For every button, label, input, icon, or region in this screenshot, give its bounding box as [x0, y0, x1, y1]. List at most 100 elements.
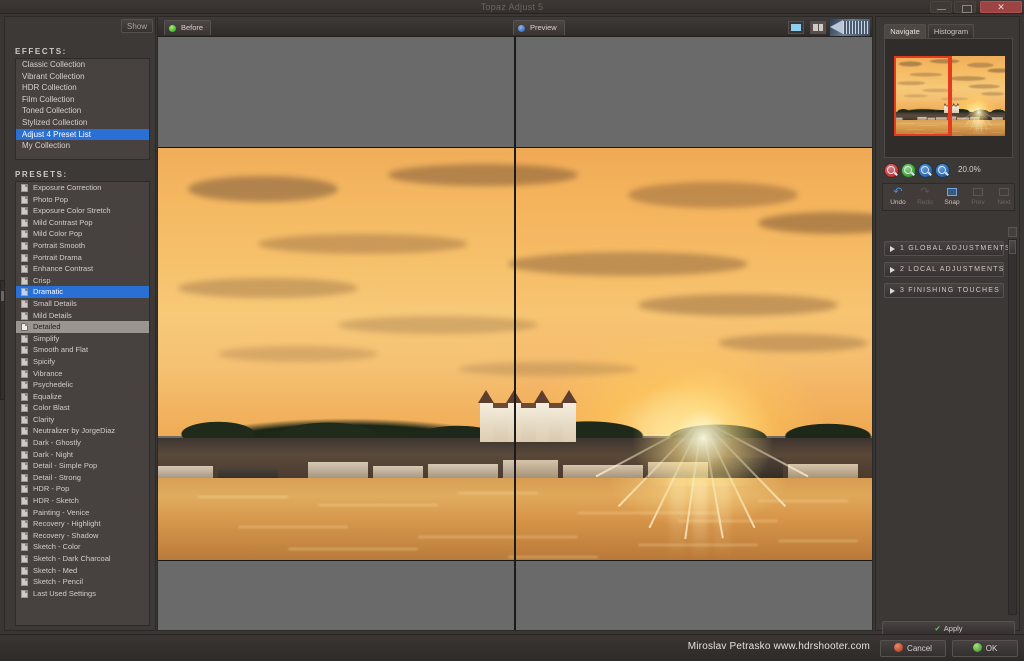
water-highlight	[458, 492, 514, 494]
preset-item[interactable]: Psychedelic	[16, 379, 149, 391]
preset-item[interactable]: Color Blast	[16, 402, 149, 414]
preset-item[interactable]: Detailed	[16, 321, 149, 333]
right-panel-scrollbar[interactable]	[1008, 239, 1017, 615]
section-local-adjustments[interactable]: 2 LOCAL ADJUSTMENTS	[884, 262, 1004, 277]
preset-item[interactable]: Spicify	[16, 356, 149, 368]
presets-list[interactable]: Exposure Correction Photo Pop Exposure Col…	[15, 181, 150, 626]
scrollbar-thumb[interactable]	[1009, 240, 1016, 254]
undo-button[interactable]: ↶ Undo	[885, 186, 911, 210]
cancel-label: Cancel	[907, 644, 932, 653]
snapshot-icon	[939, 186, 965, 198]
magnifier-handle	[945, 171, 949, 176]
preset-item[interactable]: Smooth and Flat	[16, 344, 149, 356]
scrollbar-thumb[interactable]	[1, 291, 4, 301]
effect-item[interactable]: Adjust 4 Preset List	[16, 128, 149, 141]
preset-item[interactable]: HDR - Pop	[16, 483, 149, 495]
preset-item[interactable]: Crisp	[16, 275, 149, 287]
preset-file-icon	[21, 346, 28, 355]
preset-item[interactable]: Sketch - Med	[16, 565, 149, 577]
cancel-button[interactable]: Cancel	[880, 640, 946, 657]
effect-item[interactable]: Stylized Collection	[16, 117, 149, 129]
preset-item[interactable]: Enhance Contrast	[16, 263, 149, 275]
preset-item[interactable]: Photo Pop	[16, 194, 149, 206]
footer-bar: Miroslav Petrasko www.hdrshooter.com Can…	[0, 634, 1024, 661]
preset-item[interactable]: Painting - Venice	[16, 507, 149, 519]
section-finishing-touches[interactable]: 3 FINISHING TOUCHES	[884, 283, 1004, 298]
close-icon[interactable]: ✕	[980, 1, 1022, 13]
window-title: Topaz Adjust 5	[480, 2, 544, 12]
zoom-out-icon[interactable]	[884, 163, 899, 178]
preset-item[interactable]: Mild Details	[16, 310, 149, 322]
zoom-controls: 20.0%	[884, 163, 1013, 179]
preset-item[interactable]: Mild Contrast Pop	[16, 217, 149, 229]
preset-item[interactable]: Mild Color Pop	[16, 228, 149, 240]
preset-label: Portrait Drama	[33, 252, 82, 262]
show-button[interactable]: Show	[121, 19, 153, 33]
preset-file-icon	[21, 184, 28, 192]
chevron-right-icon	[890, 288, 895, 294]
preset-item[interactable]: Last Used Settings	[16, 588, 149, 600]
preset-item[interactable]: Portrait Drama	[16, 252, 149, 264]
effect-item[interactable]: HDR Collection	[16, 82, 149, 94]
preset-file-icon	[21, 276, 28, 285]
effect-item[interactable]: Vibrant Collection	[16, 71, 149, 83]
navigator-viewport-rect[interactable]	[894, 56, 950, 136]
tab-histogram[interactable]: Histogram	[928, 24, 974, 38]
effect-item[interactable]: Toned Collection	[16, 105, 149, 117]
apply-button[interactable]: ✔ Apply	[882, 621, 1015, 635]
castle-tower	[952, 102, 955, 114]
zoom-fit-icon[interactable]	[935, 163, 950, 178]
preset-item[interactable]: Exposure Correction	[16, 182, 149, 194]
effect-item[interactable]: Classic Collection	[16, 59, 149, 71]
preset-item[interactable]: Sketch - Color	[16, 541, 149, 553]
preset-item[interactable]: Equalize	[16, 391, 149, 403]
preset-item[interactable]: Dark - Night	[16, 449, 149, 461]
tab-preview[interactable]: Preview	[513, 20, 565, 35]
image-stage[interactable]	[158, 37, 872, 630]
preset-item[interactable]: Detail - Strong	[16, 472, 149, 484]
preset-item[interactable]: Dark - Ghostly	[16, 437, 149, 449]
effects-list[interactable]: Classic Collection Vibrant Collection HDR …	[15, 58, 150, 160]
preset-item[interactable]: Clarity	[16, 414, 149, 426]
split-view-icon[interactable]	[810, 21, 826, 34]
before-image-pane[interactable]	[158, 147, 514, 561]
preset-item[interactable]: Simplify	[16, 333, 149, 345]
maximize-button[interactable]	[954, 1, 976, 13]
preset-file-icon	[21, 218, 28, 227]
compare-divider[interactable]	[514, 37, 516, 630]
preset-item[interactable]: Neutralizer by JorgeDiaz	[16, 425, 149, 437]
zoom-100-icon[interactable]	[918, 163, 933, 178]
topaz-logo-icon	[830, 19, 870, 36]
preset-item[interactable]: Recovery - Highlight	[16, 518, 149, 530]
snapshot-button[interactable]: Snap	[939, 186, 965, 210]
preset-item[interactable]: Vibrance	[16, 368, 149, 380]
preset-item[interactable]: Sketch - Pencil	[16, 576, 149, 588]
section-global-adjustments[interactable]: 1 GLOBAL ADJUSTMENTS	[884, 241, 1010, 256]
preset-label: Small Details	[33, 298, 77, 308]
prev-snapshot-button: Prev	[965, 186, 991, 210]
preset-label: Clarity	[33, 414, 55, 424]
ok-button[interactable]: OK	[952, 640, 1018, 657]
tab-navigate[interactable]: Navigate	[884, 24, 926, 38]
effect-item[interactable]: My Collection	[16, 140, 149, 152]
preset-item[interactable]: Detail - Simple Pop	[16, 460, 149, 472]
minimize-button[interactable]	[930, 1, 952, 13]
preset-item[interactable]: Small Details	[16, 298, 149, 310]
logo-bars	[843, 21, 869, 34]
tab-before[interactable]: Before	[164, 20, 212, 35]
after-image-pane[interactable]	[516, 147, 872, 561]
single-view-icon[interactable]	[788, 21, 804, 34]
navigator-panel[interactable]	[884, 38, 1013, 158]
preset-item[interactable]: Sketch - Dark Charcoal	[16, 553, 149, 565]
treeline	[158, 392, 514, 444]
zoom-in-icon[interactable]	[901, 163, 916, 178]
preset-item[interactable]: Dramatic	[16, 286, 149, 298]
effect-item[interactable]: Film Collection	[16, 94, 149, 106]
scroll-up-button[interactable]	[1008, 227, 1017, 237]
preset-label: Exposure Color Stretch	[33, 206, 111, 216]
preset-item[interactable]: HDR - Sketch	[16, 495, 149, 507]
preset-item[interactable]: Exposure Color Stretch	[16, 205, 149, 217]
preset-item[interactable]: Recovery - Shadow	[16, 530, 149, 542]
left-panel-scrollbar[interactable]	[0, 280, 5, 400]
preset-item[interactable]: Portrait Smooth	[16, 240, 149, 252]
